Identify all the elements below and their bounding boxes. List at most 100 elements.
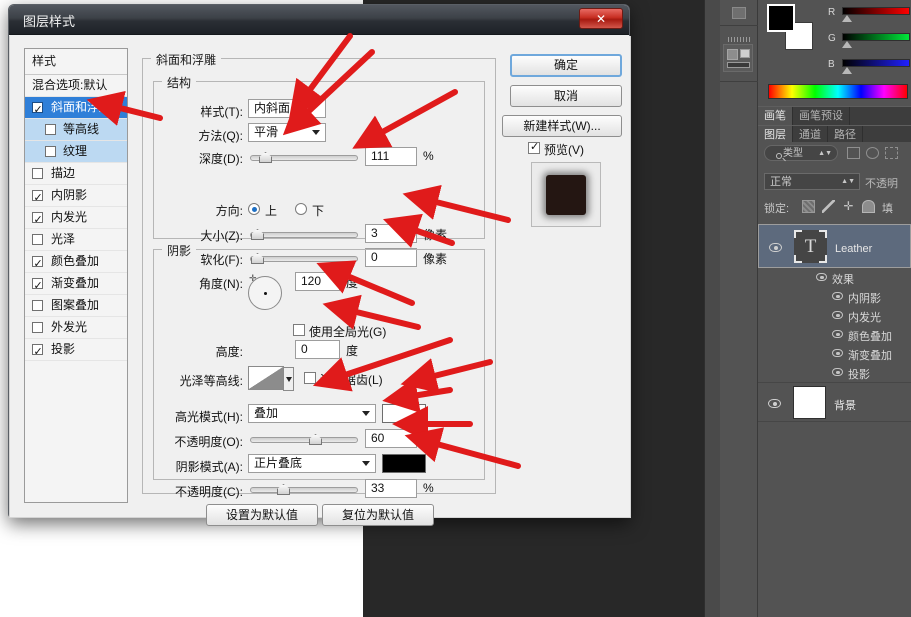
sidebar-item-stroke[interactable]: 描边 bbox=[25, 163, 127, 185]
effect-row-drop-shadow[interactable]: 投影 bbox=[758, 363, 911, 382]
preview-checkbox[interactable] bbox=[528, 142, 540, 154]
checkbox-icon[interactable] bbox=[32, 234, 43, 245]
sidebar-item-contour[interactable]: 等高线 bbox=[25, 119, 127, 141]
effect-visibility-icon[interactable] bbox=[832, 349, 843, 357]
sidebar-item-color-overlay[interactable]: 颜色叠加 bbox=[25, 251, 127, 273]
technique-select[interactable]: 平滑 bbox=[248, 123, 326, 142]
highlight-opacity-input[interactable]: 60 bbox=[365, 429, 417, 448]
lock-brush-icon[interactable] bbox=[822, 200, 835, 213]
lock-position-icon[interactable]: ✛ bbox=[842, 200, 855, 213]
sidebar-item-gradient-overlay[interactable]: 渐变叠加 bbox=[25, 273, 127, 295]
checkbox-icon[interactable] bbox=[32, 256, 43, 267]
chevron-down-icon[interactable] bbox=[283, 367, 294, 391]
checkbox-icon[interactable] bbox=[32, 190, 43, 201]
effect-visibility-icon[interactable] bbox=[832, 311, 843, 319]
channel-slider-b[interactable] bbox=[842, 59, 910, 67]
foreground-color-swatch[interactable] bbox=[767, 4, 795, 32]
panel-rail[interactable] bbox=[704, 0, 720, 617]
lock-all-icon[interactable] bbox=[862, 200, 875, 213]
checkbox-icon[interactable] bbox=[32, 300, 43, 311]
sidebar-item-inner-shadow[interactable]: 内阴影 bbox=[25, 185, 127, 207]
checkbox-icon[interactable] bbox=[32, 212, 43, 223]
sidebar-item-satin[interactable]: 光泽 bbox=[25, 229, 127, 251]
quick-mask-button[interactable] bbox=[720, 26, 758, 82]
direction-label: 方向: bbox=[160, 202, 243, 219]
global-light-checkbox[interactable] bbox=[293, 324, 305, 336]
color-channel-b[interactable]: B bbox=[828, 58, 910, 80]
direction-down-radio[interactable] bbox=[295, 203, 307, 215]
highlight-opacity-slider[interactable] bbox=[250, 437, 358, 443]
effect-row-color-overlay[interactable]: 颜色叠加 bbox=[758, 325, 911, 344]
sidebar-item-drop-shadow[interactable]: 投影 bbox=[25, 339, 127, 361]
antialias-checkbox[interactable] bbox=[304, 372, 316, 384]
layer-row-leather[interactable]: T Leather bbox=[758, 224, 911, 268]
layer-visibility-icon[interactable] bbox=[769, 243, 782, 252]
checkbox-icon[interactable] bbox=[32, 102, 43, 113]
tab-brush-presets[interactable]: 画笔预设 bbox=[793, 107, 850, 126]
filter-type-layer-icon[interactable] bbox=[885, 147, 898, 159]
layer-visibility-icon[interactable] bbox=[768, 399, 781, 408]
depth-unit: % bbox=[423, 149, 434, 163]
set-default-button[interactable]: 设置为默认值 bbox=[206, 504, 318, 526]
layer-row-background[interactable]: 背景 bbox=[758, 382, 911, 422]
shadow-color-swatch[interactable] bbox=[382, 454, 426, 473]
dialog-titlebar[interactable]: 图层样式 ✕ bbox=[9, 5, 629, 35]
reset-default-button[interactable]: 复位为默认值 bbox=[322, 504, 434, 526]
altitude-input[interactable]: 0 bbox=[295, 340, 340, 359]
tab-brush[interactable]: 画笔 bbox=[758, 107, 793, 126]
checkbox-icon[interactable] bbox=[32, 168, 43, 179]
layer-thumbnail[interactable]: T bbox=[794, 230, 827, 263]
effect-visibility-icon[interactable] bbox=[832, 330, 843, 338]
ok-button[interactable]: 确定 bbox=[510, 54, 622, 77]
sidebar-item-inner-glow[interactable]: 内发光 bbox=[25, 207, 127, 229]
sidebar-item-outer-glow[interactable]: 外发光 bbox=[25, 317, 127, 339]
sidebar-item-bevel-emboss[interactable]: 斜面和浮雕 bbox=[25, 97, 127, 119]
sidebar-item-pattern-overlay[interactable]: 图案叠加 bbox=[25, 295, 127, 317]
shadow-opacity-input[interactable]: 33 bbox=[365, 479, 417, 498]
sidebar-item-blending-options[interactable]: 混合选项:默认 bbox=[25, 75, 127, 97]
filter-adjustment-icon[interactable] bbox=[866, 147, 879, 159]
lock-transparency-icon[interactable] bbox=[802, 200, 815, 213]
new-style-button[interactable]: 新建样式(W)... bbox=[502, 115, 622, 137]
effects-group-row[interactable]: 效果 bbox=[758, 268, 911, 287]
channel-knob-b[interactable] bbox=[842, 67, 852, 74]
checkbox-icon[interactable] bbox=[32, 322, 43, 333]
sidebar-item-texture[interactable]: 纹理 bbox=[25, 141, 127, 163]
highlight-mode-select[interactable]: 叠加 bbox=[248, 404, 376, 423]
effects-visibility-icon[interactable] bbox=[816, 273, 827, 281]
layer-filter-type-select[interactable]: 类型 ▲▼ bbox=[764, 145, 838, 161]
tool-button-top[interactable] bbox=[720, 0, 758, 26]
effect-row-inner-shadow[interactable]: 内阴影 bbox=[758, 287, 911, 306]
filter-pixel-icon[interactable] bbox=[847, 147, 860, 159]
blend-mode-select[interactable]: 正常 ▲▼ bbox=[764, 173, 860, 190]
style-select[interactable]: 内斜面 bbox=[248, 99, 326, 118]
gloss-contour-preview[interactable] bbox=[248, 366, 284, 390]
effect-visibility-icon[interactable] bbox=[832, 368, 843, 376]
color-channel-r[interactable]: R bbox=[828, 6, 910, 28]
checkbox-icon[interactable] bbox=[45, 124, 56, 135]
channel-knob-g[interactable] bbox=[842, 41, 852, 48]
cancel-button[interactable]: 取消 bbox=[510, 85, 622, 107]
channel-knob-r[interactable] bbox=[842, 15, 852, 22]
color-channel-g[interactable]: G bbox=[828, 32, 910, 54]
size-input[interactable]: 3 bbox=[365, 224, 417, 243]
effect-row-inner-glow[interactable]: 内发光 bbox=[758, 306, 911, 325]
color-spectrum-ramp[interactable] bbox=[768, 84, 908, 99]
channel-slider-r[interactable] bbox=[842, 7, 910, 15]
depth-input[interactable]: 111 bbox=[365, 147, 417, 166]
close-icon[interactable]: ✕ bbox=[579, 8, 623, 29]
highlight-color-swatch[interactable] bbox=[382, 404, 426, 423]
checkbox-icon[interactable] bbox=[32, 278, 43, 289]
direction-up-radio[interactable] bbox=[248, 203, 260, 215]
shadow-opacity-slider[interactable] bbox=[250, 487, 358, 493]
effect-row-gradient-overlay[interactable]: 渐变叠加 bbox=[758, 344, 911, 363]
depth-slider[interactable] bbox=[250, 155, 358, 161]
checkbox-icon[interactable] bbox=[32, 344, 43, 355]
channel-slider-g[interactable] bbox=[842, 33, 910, 41]
layer-thumbnail[interactable] bbox=[793, 386, 826, 419]
angle-input[interactable]: 120 bbox=[295, 272, 340, 291]
size-slider[interactable] bbox=[250, 232, 358, 238]
effect-visibility-icon[interactable] bbox=[832, 292, 843, 300]
checkbox-icon[interactable] bbox=[45, 146, 56, 157]
shadow-mode-select[interactable]: 正片叠底 bbox=[248, 454, 376, 473]
